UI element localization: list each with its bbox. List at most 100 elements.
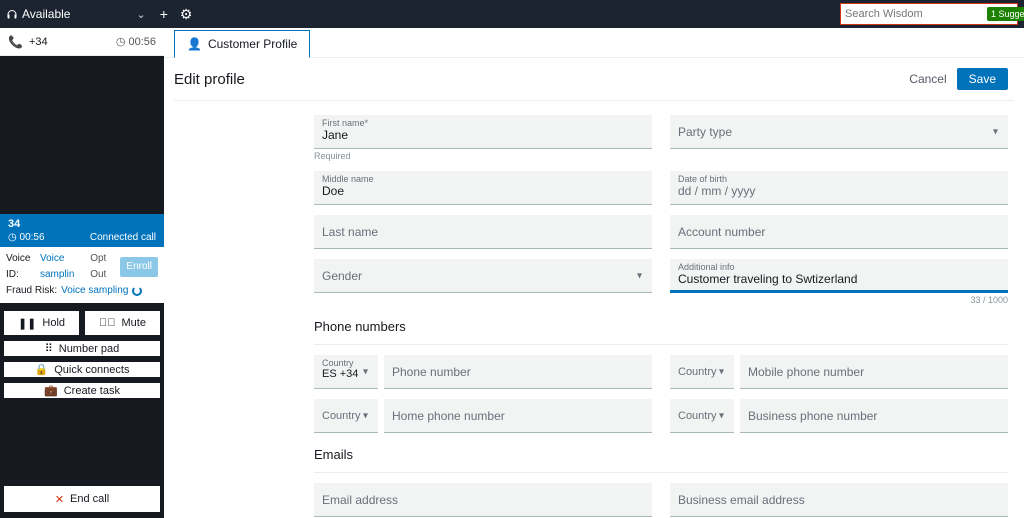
wisdom-search-input[interactable] — [845, 8, 987, 20]
phone-number-ph: Phone number — [392, 365, 644, 379]
headset-icon — [6, 9, 16, 19]
home-phone-ph: Home phone number — [392, 409, 644, 423]
agent-status[interactable]: Available ⌄ — [6, 7, 146, 21]
suggestion-badge[interactable]: 1 Suggestion — [987, 7, 1024, 21]
middle-name-field[interactable]: Middle name Doe — [314, 171, 652, 205]
tab-strip: 👤 Customer Profile — [164, 28, 1024, 58]
connected-status: Connected call — [90, 232, 156, 243]
profile-form: First name* Jane Required Party type ▾ M… — [164, 115, 1024, 518]
enroll-button[interactable]: Enroll — [120, 257, 158, 277]
business-country-select[interactable]: Country ▾ — [670, 399, 734, 433]
connected-number: 34 — [8, 218, 156, 230]
additional-info-counter: 33 / 1000 — [670, 295, 1008, 305]
endcall-label: End call — [70, 493, 109, 505]
clock-icon: ◷ — [116, 35, 126, 48]
dialpad-icon: ⠿ — [45, 342, 53, 355]
numberpad-button[interactable]: ⠿ Number pad — [4, 341, 160, 356]
first-name-label: First name* — [322, 118, 644, 128]
fraud-risk-value[interactable]: Voice sampling — [61, 283, 128, 299]
business-phone-field[interactable]: Business phone number — [740, 399, 1008, 433]
dob-placeholder: dd / mm / yyyy — [678, 184, 1000, 198]
phone-number-field[interactable]: Phone number — [384, 355, 652, 389]
quickconnects-button[interactable]: 🔒 Quick connects — [4, 362, 160, 377]
plus-icon[interactable]: + — [160, 6, 168, 23]
middle-name-value: Doe — [322, 184, 644, 198]
profile-icon: 👤 — [187, 37, 202, 51]
chevron-down-icon: ⌄ — [136, 8, 145, 21]
header-timer: 00:56 — [128, 36, 156, 48]
dial-prefix: +34 — [29, 36, 48, 48]
ccp-panel: 📞 +34 ◷ 00:56 34 ◷ 00:56 Connected call … — [0, 28, 164, 518]
numberpad-label: Number pad — [59, 343, 120, 355]
save-button[interactable]: Save — [957, 68, 1008, 90]
mobile-country-select[interactable]: Country ▾ — [670, 355, 734, 389]
account-number-field[interactable]: Account number — [670, 215, 1008, 249]
first-name-field[interactable]: First name* Jane — [314, 115, 652, 149]
phone-icon: 📞 — [8, 35, 23, 49]
connected-timer: 00:56 — [20, 232, 45, 243]
gear-icon[interactable]: ⚙ — [180, 6, 193, 23]
lock-icon: 🔒 — [35, 363, 49, 376]
chevron-down-icon: ▾ — [993, 126, 998, 137]
last-name-field[interactable]: Last name — [314, 215, 652, 249]
main-area: 👤 Customer Profile Edit profile Cancel S… — [164, 28, 1024, 518]
hold-label: Hold — [42, 317, 65, 329]
gender-ph: Gender — [322, 269, 644, 283]
chevron-down-icon: ▾ — [637, 270, 642, 281]
createtask-label: Create task — [64, 385, 120, 397]
dob-field[interactable]: Date of birth dd / mm / yyyy — [670, 171, 1008, 205]
chevron-down-icon: ▾ — [719, 366, 724, 377]
cancel-button[interactable]: Cancel — [909, 72, 946, 86]
voice-id-label: Voice ID: — [6, 251, 36, 283]
mic-off-icon: 🎙⃠ — [99, 317, 116, 329]
home-phone-field[interactable]: Home phone number — [384, 399, 652, 433]
middle-name-label: Middle name — [322, 174, 644, 184]
topbar: Available ⌄ + ⚙ 1 Suggestion 🔍 — [0, 0, 1024, 28]
dob-label: Date of birth — [678, 174, 1000, 184]
divider — [314, 472, 1008, 473]
page-title: Edit profile — [174, 71, 245, 88]
connected-strip: 34 ◷ 00:56 Connected call — [0, 214, 164, 247]
divider — [314, 344, 1008, 345]
opt-out-link[interactable]: Opt Out — [90, 251, 116, 283]
createtask-button[interactable]: 💼 Create task — [4, 383, 160, 398]
voice-id-block: Voice ID: Voice samplin Opt Out Enroll F… — [0, 247, 164, 303]
gender-select[interactable]: Gender ▾ — [314, 259, 652, 293]
business-email-ph: Business email address — [678, 493, 1000, 507]
mobile-phone-field[interactable]: Mobile phone number — [740, 355, 1008, 389]
mobile-phone-ph: Mobile phone number — [748, 365, 1000, 379]
phone-country-select[interactable]: Country ES +34 ▾ — [314, 355, 378, 389]
section-phone-numbers: Phone numbers — [314, 319, 1008, 334]
mute-button[interactable]: 🎙⃠ Mute — [85, 311, 160, 335]
call-header: 📞 +34 ◷ 00:56 — [0, 28, 164, 56]
tab-customer-profile[interactable]: 👤 Customer Profile — [174, 30, 310, 58]
business-phone-ph: Business phone number — [748, 409, 1000, 423]
chevron-down-icon: ▾ — [363, 410, 368, 421]
endcall-button[interactable]: ✕ End call — [4, 486, 160, 512]
mute-label: Mute — [122, 317, 146, 329]
party-type-label: Party type — [678, 125, 1000, 139]
hold-button[interactable]: ❚❚Hold — [4, 311, 79, 335]
tab-label: Customer Profile — [208, 37, 297, 51]
chevron-down-icon: ▾ — [363, 366, 368, 377]
voice-id-value[interactable]: Voice samplin — [40, 251, 86, 283]
additional-info-label: Additional info — [678, 262, 1000, 272]
hangup-icon: ✕ — [55, 493, 64, 506]
agent-status-label: Available — [22, 7, 70, 21]
email-ph: Email address — [322, 493, 644, 507]
wisdom-search[interactable]: 1 Suggestion 🔍 — [840, 3, 1018, 25]
call-dark-area — [0, 56, 164, 214]
fraud-risk-label: Fraud Risk: — [6, 283, 57, 299]
quickconnects-label: Quick connects — [54, 364, 129, 376]
party-type-select[interactable]: Party type ▾ — [670, 115, 1008, 149]
briefcase-icon: 💼 — [44, 384, 58, 397]
home-country-select[interactable]: Country ▾ — [314, 399, 378, 433]
last-name-ph: Last name — [322, 225, 644, 239]
business-email-field[interactable]: Business email address — [670, 483, 1008, 517]
email-field[interactable]: Email address — [314, 483, 652, 517]
additional-info-value: Customer traveling to Swtizerland — [678, 272, 1000, 286]
section-emails: Emails — [314, 447, 1008, 462]
additional-info-field[interactable]: Additional info Customer traveling to Sw… — [670, 259, 1008, 293]
account-number-ph: Account number — [678, 225, 1000, 239]
divider — [174, 100, 1014, 101]
